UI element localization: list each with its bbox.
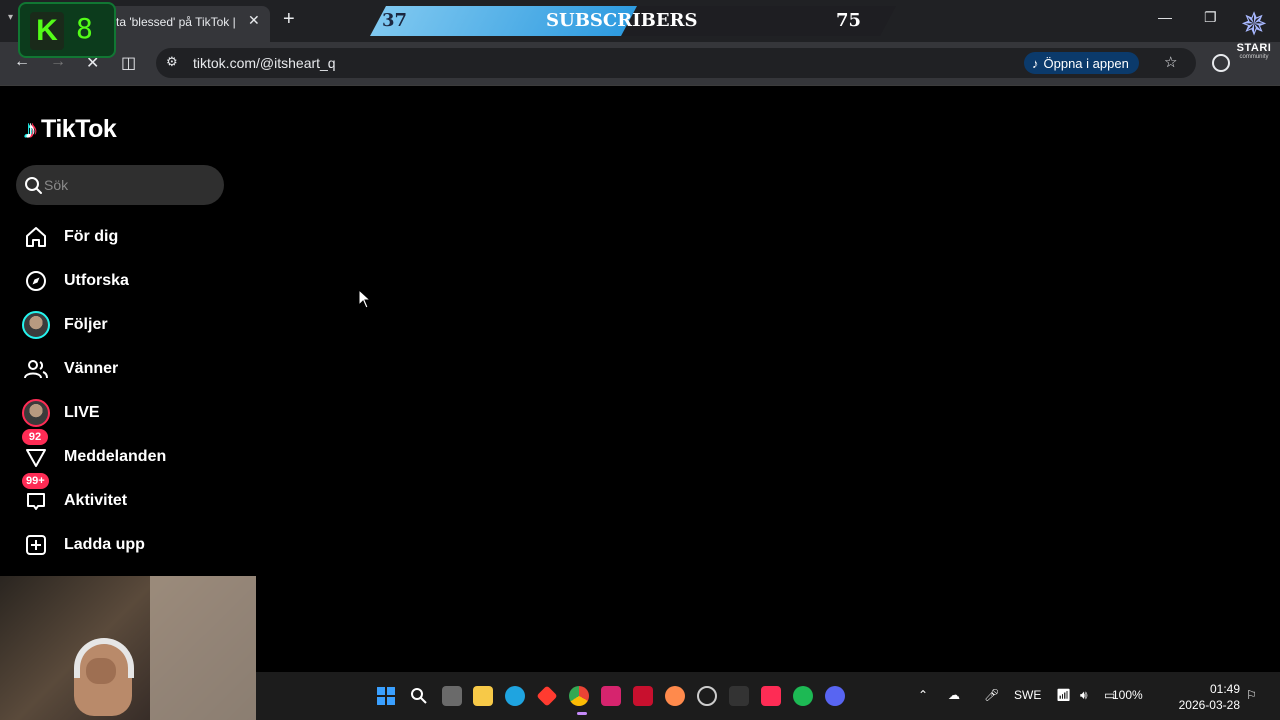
sidebar-item-activity[interactable]: 99+ Aktivitet [16,473,236,523]
sidebar-item-label: Vänner [64,360,119,377]
sidebar-item-for-you[interactable]: För dig [16,215,236,259]
open-in-app-button[interactable]: ♪ Öppna i appen [1024,52,1139,74]
sidebar-item-label: Följer [64,316,108,333]
new-tab-icon[interactable]: + [283,8,295,31]
friends-icon [16,347,56,391]
sidebar-item-label: För dig [64,228,119,245]
search-icon [25,177,42,194]
address-bar[interactable]: ⚙ tiktok.com/@itsheart_q ♪ Öppna i appen… [156,48,1196,78]
microphone-icon[interactable]: 🎤︎ [984,688,999,702]
chrome-icon[interactable] [569,686,589,706]
compass-icon [16,259,56,303]
notifications-icon[interactable]: ⚐ [1246,688,1257,702]
cloud-icon[interactable]: ☁ [948,688,960,702]
url-text[interactable]: tiktok.com/@itsheart_q [193,55,336,71]
kick-count: 8 [76,12,93,45]
bookmark-star-icon[interactable]: ☆ [1164,53,1177,71]
sidebar-item-following[interactable]: Följer [16,303,236,347]
sidebar-item-messages[interactable]: 92 Meddelanden [16,429,236,479]
app-red-diamond-icon[interactable] [536,685,558,707]
volume-icon[interactable]: 🔊︎ [1080,688,1088,703]
browser-toolbar: ← → ✕ ◫ ⚙ tiktok.com/@itsheart_q ♪ Öppna… [0,42,1280,86]
tiktok-note-icon: ♪ [1032,55,1039,71]
chrome-active-indicator [577,712,587,715]
restore-icon[interactable]: ❐ [1204,9,1217,26]
tiktok-app-icon[interactable] [761,686,781,706]
app-pink-icon[interactable] [601,686,621,706]
browser-tab-active[interactable]: ta 'blessed' på TikTok | ✕ [104,6,270,42]
activity-icon: 99+ [16,473,56,523]
sidebar-item-friends[interactable]: Vänner [16,347,236,391]
messages-badge: 92 [22,429,48,445]
following-avatar-icon [16,303,56,347]
search-box[interactable] [16,165,224,205]
site-info-icon[interactable]: ⚙ [166,54,178,70]
sidebar-item-label: Aktivitet [64,492,128,509]
webcam-hand [86,658,116,684]
sidebar-item-live[interactable]: LIVE [16,391,236,435]
clock-date: 2026-03-28 [1178,698,1240,712]
tab-close-icon[interactable]: ✕ [248,12,260,29]
tab-search-icon[interactable]: ▾ [8,12,13,23]
home-icon [16,215,56,259]
edge-icon[interactable] [505,686,525,706]
profile-icon[interactable] [1212,54,1230,72]
task-view-icon[interactable] [442,686,462,706]
sidebar-item-label: LIVE [64,404,100,421]
search-input[interactable] [44,165,214,205]
minimize-icon[interactable]: — [1158,9,1172,25]
activity-badge: 99+ [22,473,49,489]
open-in-app-label: Öppna i appen [1043,55,1129,71]
app-orange-icon[interactable] [665,686,685,706]
tray-overflow-icon[interactable]: ⌃ [918,688,928,702]
discord-icon[interactable] [825,686,845,706]
taskbar-search-icon[interactable] [409,686,429,706]
sidebar-item-upload[interactable]: Ladda upp [16,523,236,567]
tiktok-logo[interactable]: ♪ TikTok [24,114,117,145]
tiktok-logo-text: TikTok [41,115,117,143]
file-explorer-icon[interactable] [473,686,493,706]
subscriber-goal: 75 [836,10,862,31]
webcam-feed [0,576,256,720]
tiktok-note-icon: ♪ [24,114,37,144]
clock[interactable]: 01:49 2026-03-28 [1170,681,1240,713]
sidebar-item-label: Meddelanden [64,448,167,465]
obs-icon[interactable] [697,686,717,706]
stari-star-icon: ✵ [1240,6,1268,42]
webcam-background [150,576,256,720]
app-tf-icon[interactable] [729,686,749,706]
stari-community-logo: ✵ STARI community [1230,6,1278,66]
windows-taskbar: ⌃ ☁ 🎤︎ SWE 📶︎ 🔊︎ ▭ 100% 01:49 2026-03-28… [256,672,1280,720]
wifi-icon[interactable]: 📶︎ [1056,688,1071,702]
upload-icon [16,523,56,567]
sidebar-item-label: Ladda upp [64,536,145,553]
battery-percent: 100% [1112,688,1143,702]
spotify-icon[interactable] [793,686,813,706]
mouse-cursor-icon [358,289,372,309]
subscriber-goal-bar: 37 SUBSCRIBERS 75 [370,6,896,36]
split-view-icon[interactable]: ◫ [121,53,136,73]
tab-title: ta 'blessed' på TikTok | [116,15,236,29]
subscriber-label: SUBSCRIBERS [546,10,698,31]
sidebar-item-label: Utforska [64,272,129,289]
sidebar-item-explore[interactable]: Utforska [16,259,236,303]
windows-start-icon[interactable] [376,686,396,706]
kick-viewer-badge: K 8 [18,2,116,58]
subscriber-current: 37 [382,10,408,31]
clock-time: 01:49 [1209,682,1240,696]
language-indicator[interactable]: SWE [1014,688,1041,702]
stari-sub-label: community [1239,54,1269,60]
sidebar-nav: För dig Utforska Följer Vänner LIVE 92 M… [16,215,236,567]
kick-logo-icon: K [30,12,64,50]
mcafee-icon[interactable] [633,686,653,706]
stari-label: STARI [1236,42,1272,54]
